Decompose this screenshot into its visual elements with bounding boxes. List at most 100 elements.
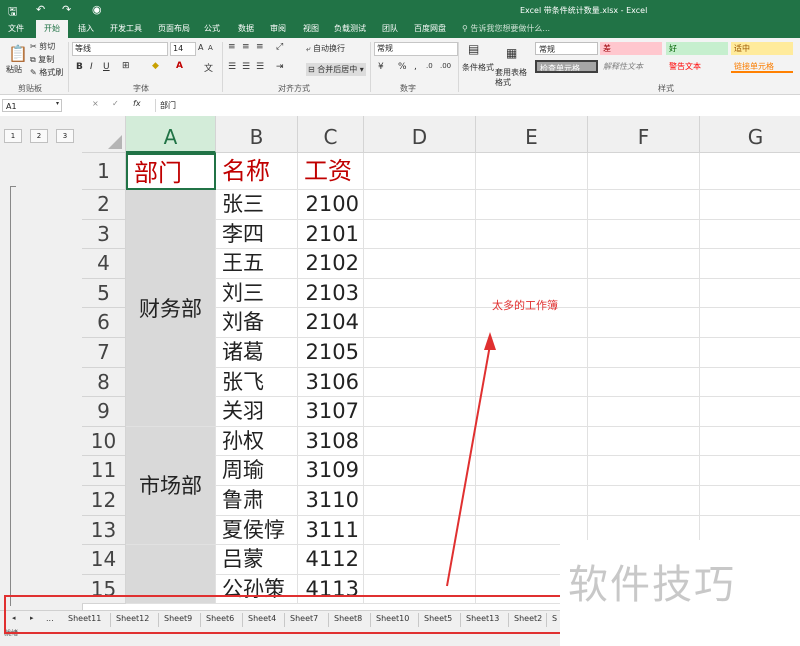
align-center-icon[interactable]: ☰ xyxy=(242,62,250,72)
empty-cell[interactable] xyxy=(364,486,476,516)
empty-cell[interactable] xyxy=(700,153,800,190)
camera-icon[interactable]: ◉ xyxy=(92,3,102,16)
row-header[interactable]: 6 xyxy=(82,308,126,338)
empty-cell[interactable] xyxy=(364,278,476,309)
row-header[interactable]: 13 xyxy=(82,515,126,546)
empty-cell[interactable] xyxy=(476,190,588,220)
column-header-c[interactable]: C xyxy=(298,116,364,153)
empty-cell[interactable] xyxy=(588,249,700,279)
empty-cell[interactable] xyxy=(700,190,800,220)
empty-cell[interactable] xyxy=(364,308,476,338)
name-cell[interactable]: 孙权 xyxy=(216,426,298,457)
style-normal[interactable]: 常规 xyxy=(535,42,598,55)
salary-cell[interactable]: 4112 xyxy=(298,545,364,575)
empty-cell[interactable] xyxy=(364,426,476,457)
row-header[interactable]: 7 xyxy=(82,338,126,368)
align-left-icon[interactable]: ☰ xyxy=(228,62,236,72)
empty-cell[interactable] xyxy=(364,515,476,546)
wrap-text-button[interactable]: ⤶ 自动换行 xyxy=(306,43,345,54)
cut-button[interactable]: ✂ 剪切 xyxy=(30,41,55,52)
empty-cell[interactable] xyxy=(588,278,700,309)
increase-font-icon[interactable]: A xyxy=(198,43,203,52)
name-cell[interactable]: 王五 xyxy=(216,249,298,279)
merge-center-button[interactable]: ⊟ 合并后居中 ▾ xyxy=(306,63,366,76)
empty-cell[interactable] xyxy=(588,397,700,427)
salary-cell[interactable]: 3107 xyxy=(298,397,364,427)
empty-cell[interactable] xyxy=(588,308,700,338)
empty-cell[interactable] xyxy=(700,338,800,368)
empty-cell[interactable] xyxy=(700,486,800,516)
column-header-e[interactable]: E xyxy=(476,116,588,153)
fill-color-icon[interactable]: ◆ xyxy=(152,61,159,71)
row-header[interactable]: 1 xyxy=(82,153,126,190)
empty-cell[interactable] xyxy=(476,249,588,279)
underline-button[interactable]: U xyxy=(103,62,110,72)
comma-icon[interactable]: , xyxy=(414,62,417,72)
empty-cell[interactable] xyxy=(700,308,800,338)
salary-cell[interactable]: 3109 xyxy=(298,456,364,486)
copy-button[interactable]: ⧉ 复制 xyxy=(30,54,54,65)
row-header[interactable]: 3 xyxy=(82,219,126,250)
insert-function-icon[interactable]: fx xyxy=(133,99,141,108)
align-top-icon[interactable]: ≡ xyxy=(228,42,236,52)
salary-cell[interactable]: 3106 xyxy=(298,367,364,398)
column-header-g[interactable]: G xyxy=(700,116,800,153)
column-header-a[interactable]: A xyxy=(126,116,216,153)
merged-dept-cell[interactable]: 市场部 xyxy=(126,426,216,546)
column-header-b[interactable]: B xyxy=(216,116,298,153)
row-header[interactable]: 14 xyxy=(82,545,126,575)
tab-view[interactable]: 视图 xyxy=(303,23,319,34)
decrease-decimal-icon[interactable]: .00 xyxy=(440,62,451,70)
formula-input[interactable]: 部门 xyxy=(155,99,800,112)
outline-level-3[interactable]: 3 xyxy=(56,129,74,143)
salary-cell[interactable]: 2102 xyxy=(298,249,364,279)
empty-cell[interactable] xyxy=(476,426,588,457)
number-format-combo[interactable]: 常规 xyxy=(374,42,458,56)
empty-cell[interactable] xyxy=(700,279,800,309)
conditional-format-icon[interactable]: ▤ xyxy=(468,42,479,56)
style-linked-cell[interactable]: 链接单元格 xyxy=(731,60,793,73)
tab-baidu[interactable]: 百度网盘 xyxy=(414,23,446,34)
empty-cell[interactable] xyxy=(700,397,800,427)
header-cell-name[interactable]: 名称 xyxy=(216,153,298,190)
style-neutral[interactable]: 适中 xyxy=(731,42,793,55)
row-header[interactable]: 11 xyxy=(82,456,126,486)
empty-cell[interactable] xyxy=(588,219,700,250)
row-header[interactable]: 10 xyxy=(82,426,126,457)
header-cell-salary[interactable]: 工资 xyxy=(298,153,364,190)
tab-formulas[interactable]: 公式 xyxy=(204,23,220,34)
font-size-combo[interactable]: 14 xyxy=(170,42,196,56)
tab-load-test[interactable]: 负载测试 xyxy=(334,23,366,34)
tab-team[interactable]: 团队 xyxy=(382,23,398,34)
empty-cell[interactable] xyxy=(700,220,800,250)
empty-cell[interactable] xyxy=(476,219,588,250)
empty-cell[interactable] xyxy=(364,249,476,279)
cancel-entry-icon[interactable]: × xyxy=(92,99,99,108)
currency-icon[interactable]: ¥ xyxy=(378,62,384,72)
tab-data[interactable]: 数据 xyxy=(238,23,254,34)
style-explanatory[interactable]: 解释性文本 xyxy=(600,60,662,73)
style-good[interactable]: 好 xyxy=(666,42,728,55)
tab-file[interactable]: 文件 xyxy=(8,23,24,34)
empty-cell[interactable] xyxy=(588,153,700,190)
empty-cell[interactable] xyxy=(476,367,588,398)
row-header[interactable]: 2 xyxy=(82,190,126,220)
column-header-f[interactable]: F xyxy=(588,116,700,153)
salary-cell[interactable]: 2104 xyxy=(298,308,364,338)
empty-cell[interactable] xyxy=(476,338,588,368)
empty-cell[interactable] xyxy=(588,426,700,457)
empty-cell[interactable] xyxy=(476,486,588,516)
salary-cell[interactable]: 2101 xyxy=(298,219,364,250)
empty-cell[interactable] xyxy=(700,368,800,398)
salary-cell[interactable]: 2100 xyxy=(298,190,364,220)
outline-level-2[interactable]: 2 xyxy=(30,129,48,143)
border-icon[interactable]: ⊞ xyxy=(122,61,130,71)
column-header-d[interactable]: D xyxy=(364,116,476,153)
empty-cell[interactable] xyxy=(364,190,476,220)
font-color-icon[interactable]: A xyxy=(176,61,183,71)
merged-dept-cell[interactable]: 财务部 xyxy=(126,190,216,427)
empty-cell[interactable] xyxy=(364,545,476,575)
name-cell[interactable]: 张三 xyxy=(216,190,298,220)
header-cell-dept[interactable]: 部门 xyxy=(126,153,216,190)
align-right-icon[interactable]: ☰ xyxy=(256,62,264,72)
